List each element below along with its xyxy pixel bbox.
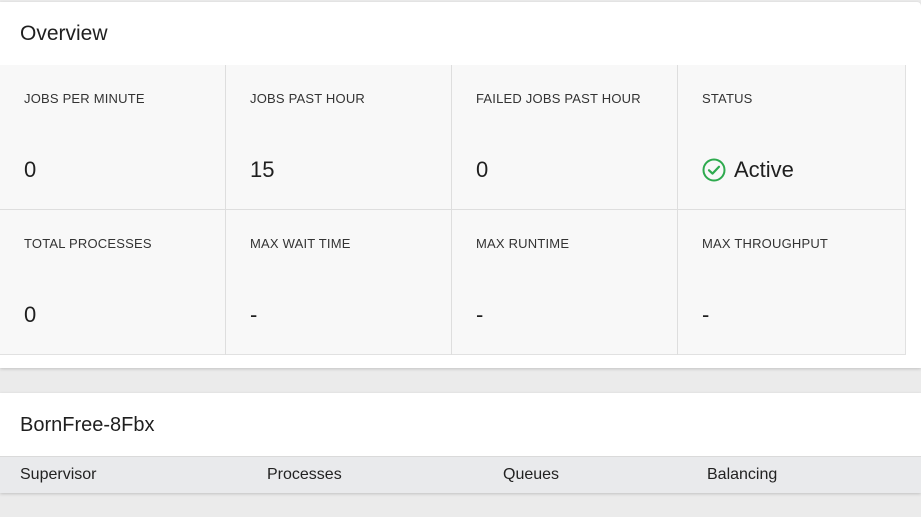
stat-value: 0 — [24, 302, 37, 327]
stat-jobs-per-minute: Jobs Per Minute 0 — [0, 65, 226, 210]
stat-value: 15 — [250, 157, 275, 182]
stat-label: Max Throughput — [702, 236, 829, 251]
stat-status: Status Active — [678, 65, 906, 210]
supervisor-title: BornFree-8Fbx — [20, 414, 155, 436]
overview-card: Overview Jobs Per Minute 0 Jobs Past Hou… — [0, 2, 921, 368]
stat-label: Failed Jobs Past Hour — [476, 91, 641, 106]
stat-label: Total Processes — [24, 236, 152, 251]
stat-value: - — [250, 302, 258, 327]
status-text: Active — [734, 157, 794, 182]
stat-value: - — [476, 302, 484, 327]
stat-total-processes: Total Processes 0 — [0, 210, 226, 355]
stat-max-throughput: Max Throughput - — [678, 210, 906, 355]
stat-value: - — [702, 302, 710, 327]
overview-title: Overview — [20, 22, 108, 45]
check-circle-icon — [702, 158, 726, 182]
stat-jobs-past-hour: Jobs Past Hour 15 — [226, 65, 452, 210]
stat-value: 0 — [476, 157, 489, 182]
stat-failed-jobs-past-hour: Failed Jobs Past Hour 0 — [452, 65, 678, 210]
status-value: Active — [702, 157, 794, 183]
column-header-supervisor: Supervisor — [20, 466, 97, 483]
supervisor-card: BornFree-8Fbx Supervisor Processes Queue… — [0, 393, 921, 493]
column-header-processes: Processes — [267, 466, 342, 483]
column-header-queues: Queues — [503, 466, 560, 483]
stat-label: Jobs Per Minute — [24, 91, 145, 106]
stat-max-wait-time: Max Wait Time - — [226, 210, 452, 355]
stat-label: Max Runtime — [476, 236, 570, 251]
stat-label: Max Wait Time — [250, 236, 351, 251]
supervisor-table-header: Supervisor Processes Queues Balancing — [0, 456, 921, 493]
stat-max-runtime: Max Runtime - — [452, 210, 678, 355]
stat-label: Jobs Past Hour — [250, 91, 366, 106]
overview-stats-grid: Jobs Per Minute 0 Jobs Past Hour 15 Fail… — [0, 65, 906, 355]
stat-label: Status — [702, 91, 753, 106]
column-header-balancing: Balancing — [707, 466, 778, 483]
stat-value: 0 — [24, 157, 37, 182]
